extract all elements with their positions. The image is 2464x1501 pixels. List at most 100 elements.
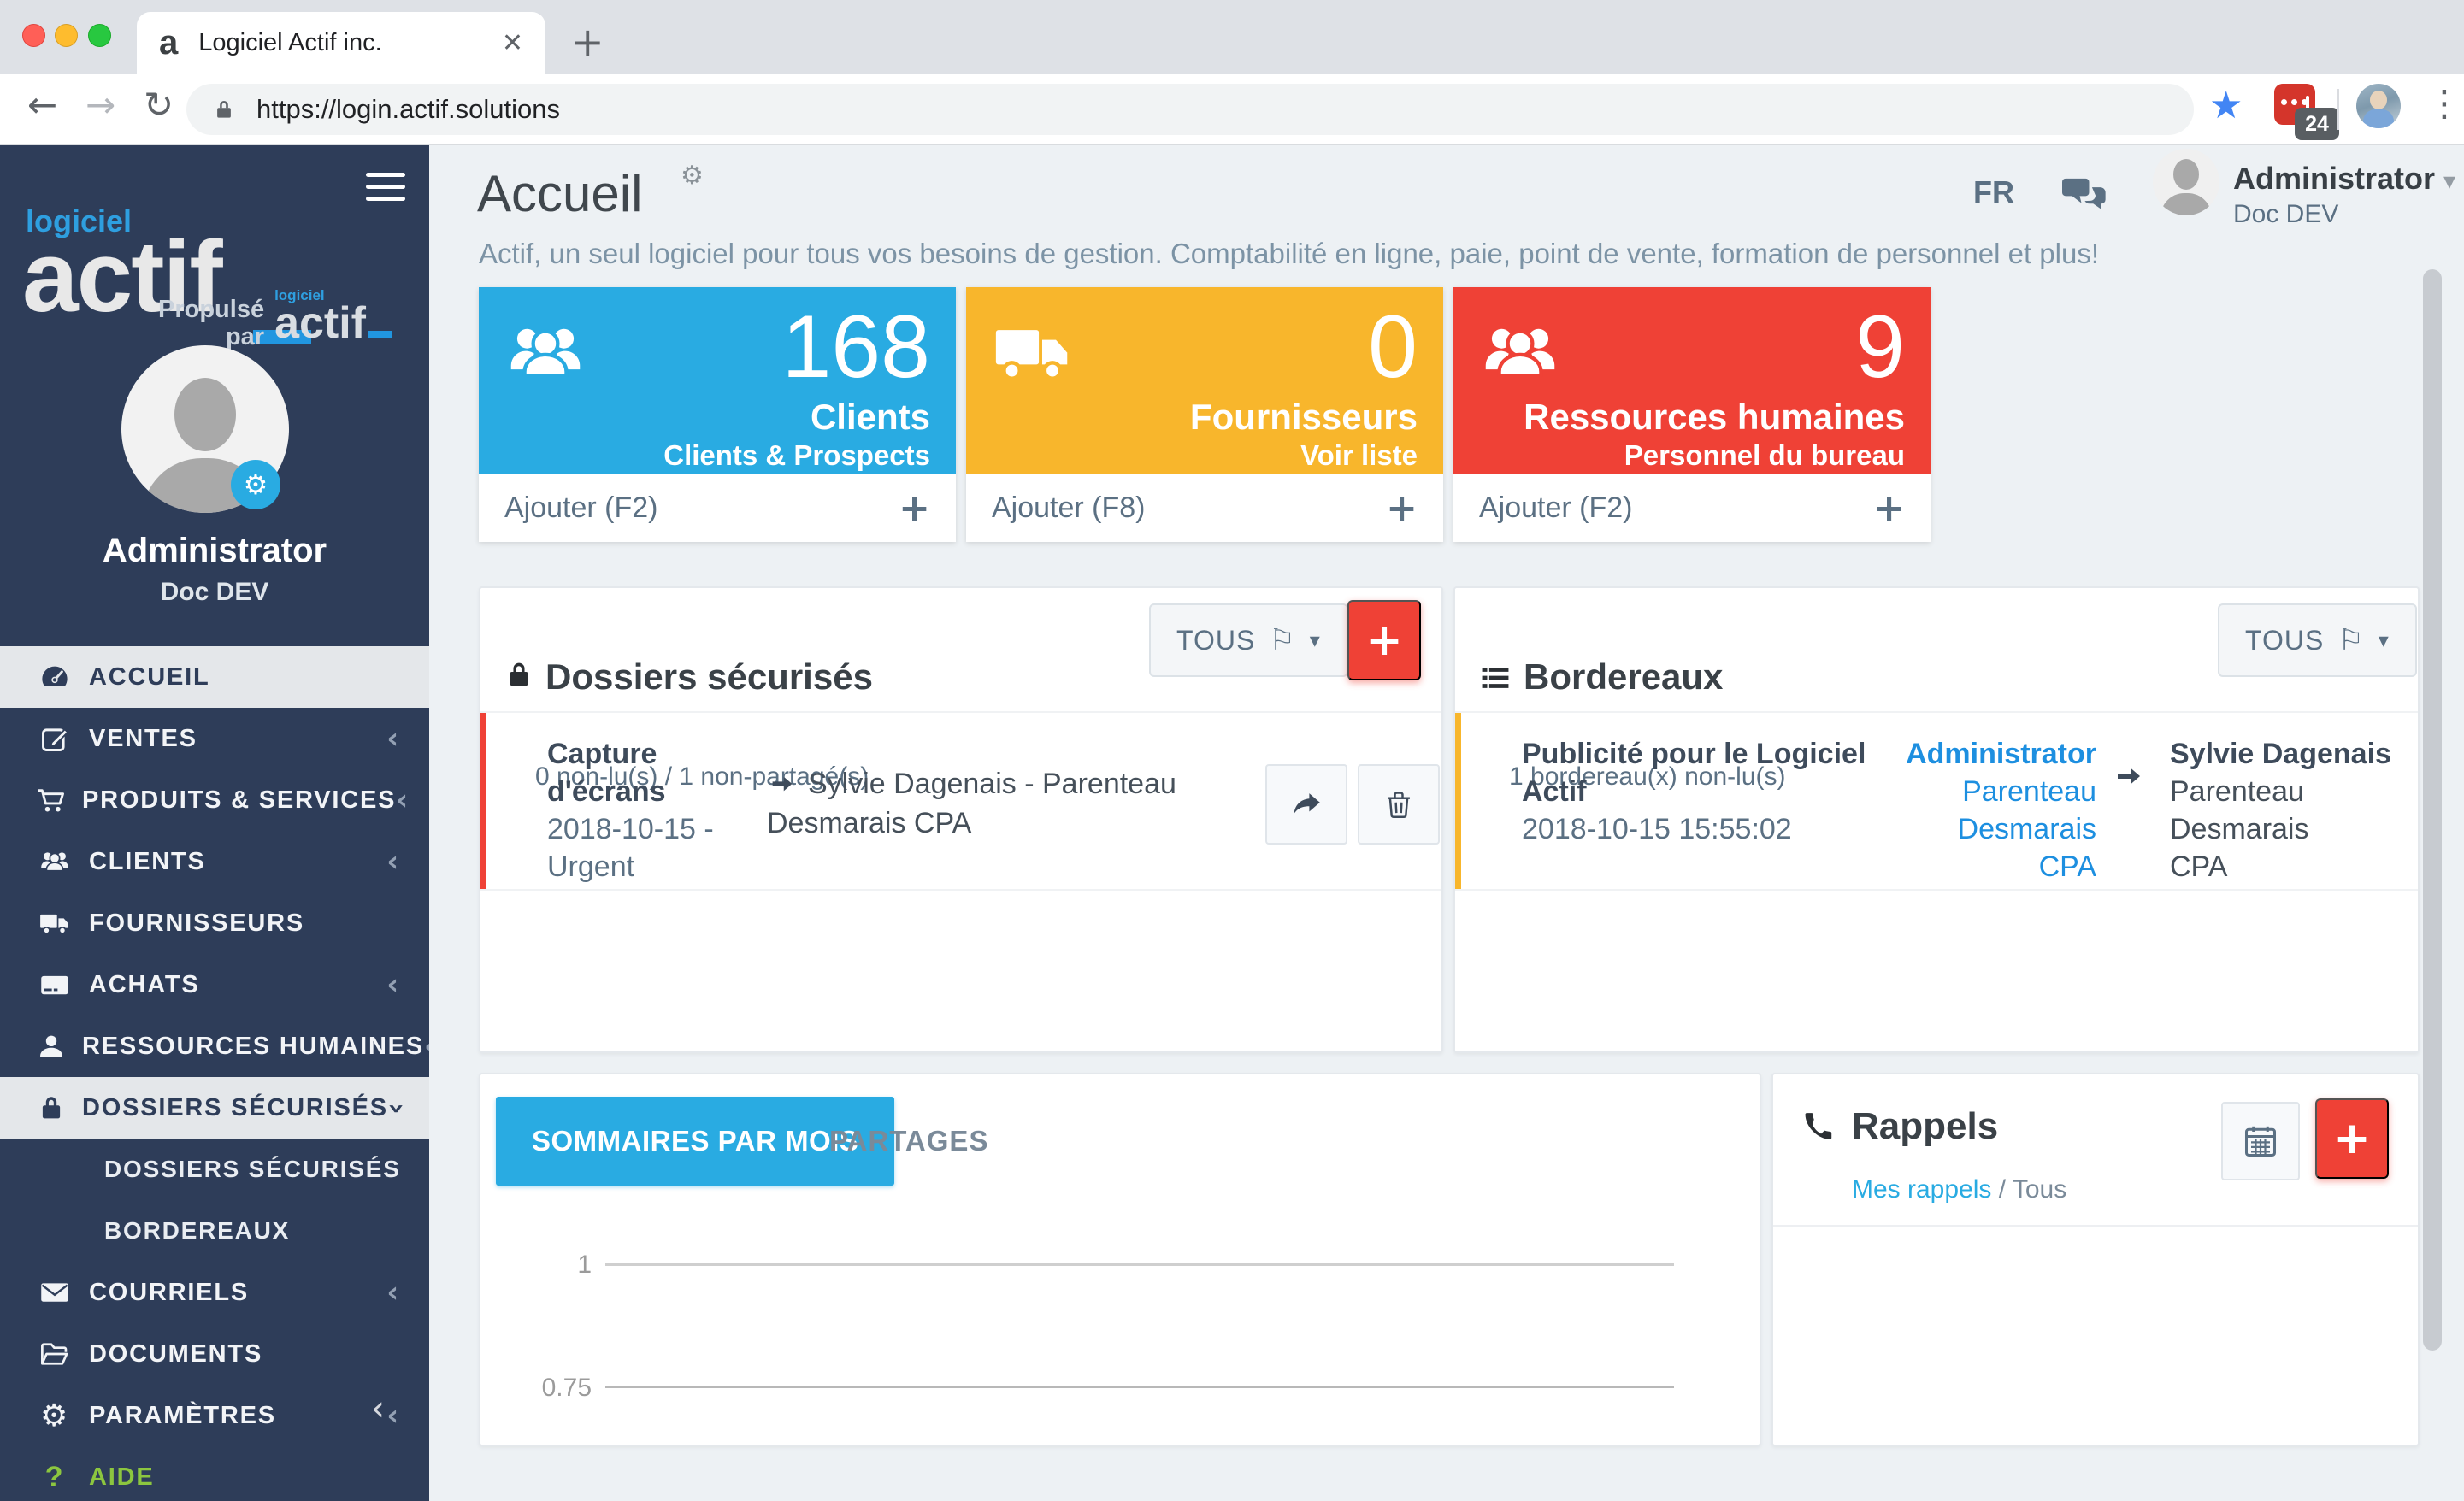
calendar-icon [2242,1122,2279,1160]
plus-icon: + [899,486,930,530]
sidebar-subitem-dossiers-securises[interactable]: DOSSIERS SÉCURISÉS [0,1139,429,1200]
fournisseurs-sublabel[interactable]: Voir liste [1300,439,1418,472]
tab-strip: a Logiciel Actif inc. ✕ + [0,0,2464,74]
person-icon [36,1031,67,1062]
rh-sublabel: Personnel du bureau [1624,439,1905,472]
close-window-button[interactable] [22,24,45,47]
share-icon [1291,789,1322,820]
sidebar-toggle-icon[interactable] [366,173,405,209]
mes-rappels-link[interactable]: Mes rappels [1852,1175,1991,1204]
clients-count: 168 [781,301,930,394]
sidebar: logiciel actif Propulsé par logiciel act… [0,145,429,1501]
tab-close-icon[interactable]: ✕ [502,28,523,58]
address-bar[interactable]: https://login.actif.solutions [186,84,2194,135]
gridline-1 [605,1263,1674,1266]
sidebar-item-documents[interactable]: DOCUMENTS [0,1323,429,1385]
users-icon [36,846,74,877]
add-rh-button[interactable]: Ajouter (F2) + [1453,474,1931,542]
bordereau-name-line2: Actif [1522,773,1866,810]
dossier-name-line1: Capture [547,735,714,773]
browser-menu-icon[interactable]: ⋮ [2426,82,2462,124]
zoom-window-button[interactable] [88,24,111,47]
calendar-button[interactable] [2221,1102,2300,1180]
bordereaux-filter-button[interactable]: TOUS ⚐ ▾ [2218,603,2417,677]
rappels-panel: Rappels Mes rappels / Tous + [1771,1073,2420,1446]
cart-icon [36,785,67,815]
header-user-org: Doc DEV [2233,200,2338,229]
sidebar-item-aide[interactable]: ? AIDE [0,1446,429,1501]
sidebar-item-parametres[interactable]: ⚙ PARAMÈTRES ‹ [0,1385,429,1446]
sidebar-item-dossiers-securises[interactable]: DOSSIERS SÉCURISÉS ‹ [0,1077,429,1139]
page-scrollbar[interactable] [2423,269,2442,1351]
add-fournisseur-button[interactable]: Ajouter (F8) + [966,474,1443,542]
header-user-menu[interactable]: Administrator▾ [2233,161,2455,197]
tab-partages[interactable]: PARTAGES [829,1097,988,1186]
bookmark-star-icon[interactable]: ★ [2209,84,2243,127]
sidebar-item-courriels[interactable]: COURRIELS ‹ [0,1262,429,1323]
sidebar-item-accueil[interactable]: ACCUEIL [0,646,429,708]
arrow-right-icon [2112,762,2146,790]
bordereau-from[interactable]: Administrator Parenteau Desmarais CPA [1831,735,2096,886]
rh-count: 9 [1855,301,1905,394]
minimize-window-button[interactable] [55,24,78,47]
header-avatar[interactable] [2153,149,2219,215]
reload-button[interactable]: ↻ [144,84,174,126]
page-title: Accueil [477,164,642,223]
dossiers-add-button[interactable]: + [1347,600,1421,680]
bordereau-date: 2018-10-15 15:55:02 [1522,810,1866,848]
caret-down-icon: ▾ [2443,167,2455,195]
forward-button[interactable]: → [85,84,115,126]
add-client-button[interactable]: Ajouter (F2) + [479,474,956,542]
browser-profile-avatar[interactable] [2356,84,2401,128]
extension-badge: 24 [2295,108,2339,140]
share-button[interactable] [1265,764,1347,845]
rappels-add-button[interactable]: + [2315,1098,2389,1179]
sidebar-collapse-icon[interactable]: ‹ [371,1389,385,1428]
credit-card-icon [36,969,74,1000]
rappels-title: Rappels [1852,1105,1998,1148]
fournisseurs-count: 0 [1368,301,1418,394]
dossiers-securises-panel: Dossiers sécurisés 0 non-lu(s) / 1 non-p… [479,586,1443,1053]
avatar-settings-icon[interactable]: ⚙ [231,460,280,509]
dossier-shared-with: Sylvie Dagenais - Parenteau Desmarais CP… [767,764,1229,843]
chevron-left-icon: ‹ [386,968,400,1002]
back-button[interactable]: ← [27,84,57,126]
sidebar-item-fournisseurs[interactable]: FOURNISSEURS [0,892,429,954]
truck-icon [993,313,1072,391]
url-text: https://login.actif.solutions [256,94,560,125]
envelope-icon [36,1277,74,1308]
delete-button[interactable] [1358,764,1440,845]
tous-link[interactable]: Tous [2013,1175,2066,1204]
chat-icon[interactable] [2062,176,2107,214]
sidebar-item-achats[interactable]: ACHATS ‹ [0,954,429,1015]
dossiers-filter-button[interactable]: TOUS ⚐ ▾ [1149,603,1348,677]
new-tab-button[interactable]: + [571,19,604,65]
clients-sublabel: Clients & Prospects [663,439,930,472]
caret-down-icon: ▾ [1310,628,1321,652]
stat-card-fournisseurs[interactable]: 0 Fournisseurs Voir liste Ajouter (F8) + [966,287,1443,542]
dossier-row[interactable]: Capture d'écrans 2018-10-15 - Urgent Syl… [480,711,1441,891]
dossier-name-line2: d'écrans [547,773,714,810]
stat-card-clients[interactable]: 168 Clients Clients & Prospects Ajouter … [479,287,956,542]
sidebar-item-produits-services[interactable]: PRODUITS & SERVICES ‹ [0,769,429,831]
status-stripe [1455,713,1461,889]
y-tick-075: 0.75 [484,1374,592,1403]
powered-brand: actif [274,298,366,348]
language-switch[interactable]: FR [1973,174,2014,210]
priority-stripe [480,713,486,889]
fournisseurs-label: Fournisseurs [1190,397,1418,438]
browser-tab[interactable]: a Logiciel Actif inc. ✕ [137,12,545,74]
page-settings-icon[interactable]: ⚙ [681,161,704,191]
sidebar-subitem-bordereaux[interactable]: BORDEREAUX [0,1200,429,1262]
flag-icon: ⚐ [2337,623,2364,657]
tab-title: Logiciel Actif inc. [198,29,492,57]
users-icon [1481,313,1559,391]
https-lock-icon [212,97,236,121]
sidebar-item-clients[interactable]: CLIENTS ‹ [0,831,429,892]
sidebar-item-ventes[interactable]: VENTES ‹ [0,708,429,769]
sidebar-item-ressources-humaines[interactable]: RESSOURCES HUMAINES ‹ [0,1015,429,1077]
tab-favicon: a [159,24,178,62]
chevron-left-icon: ‹ [396,783,410,817]
stat-card-ressources-humaines[interactable]: 9 Ressources humaines Personnel du burea… [1453,287,1931,542]
bordereau-row[interactable]: Publicité pour le Logiciel Actif 2018-10… [1455,711,2418,891]
